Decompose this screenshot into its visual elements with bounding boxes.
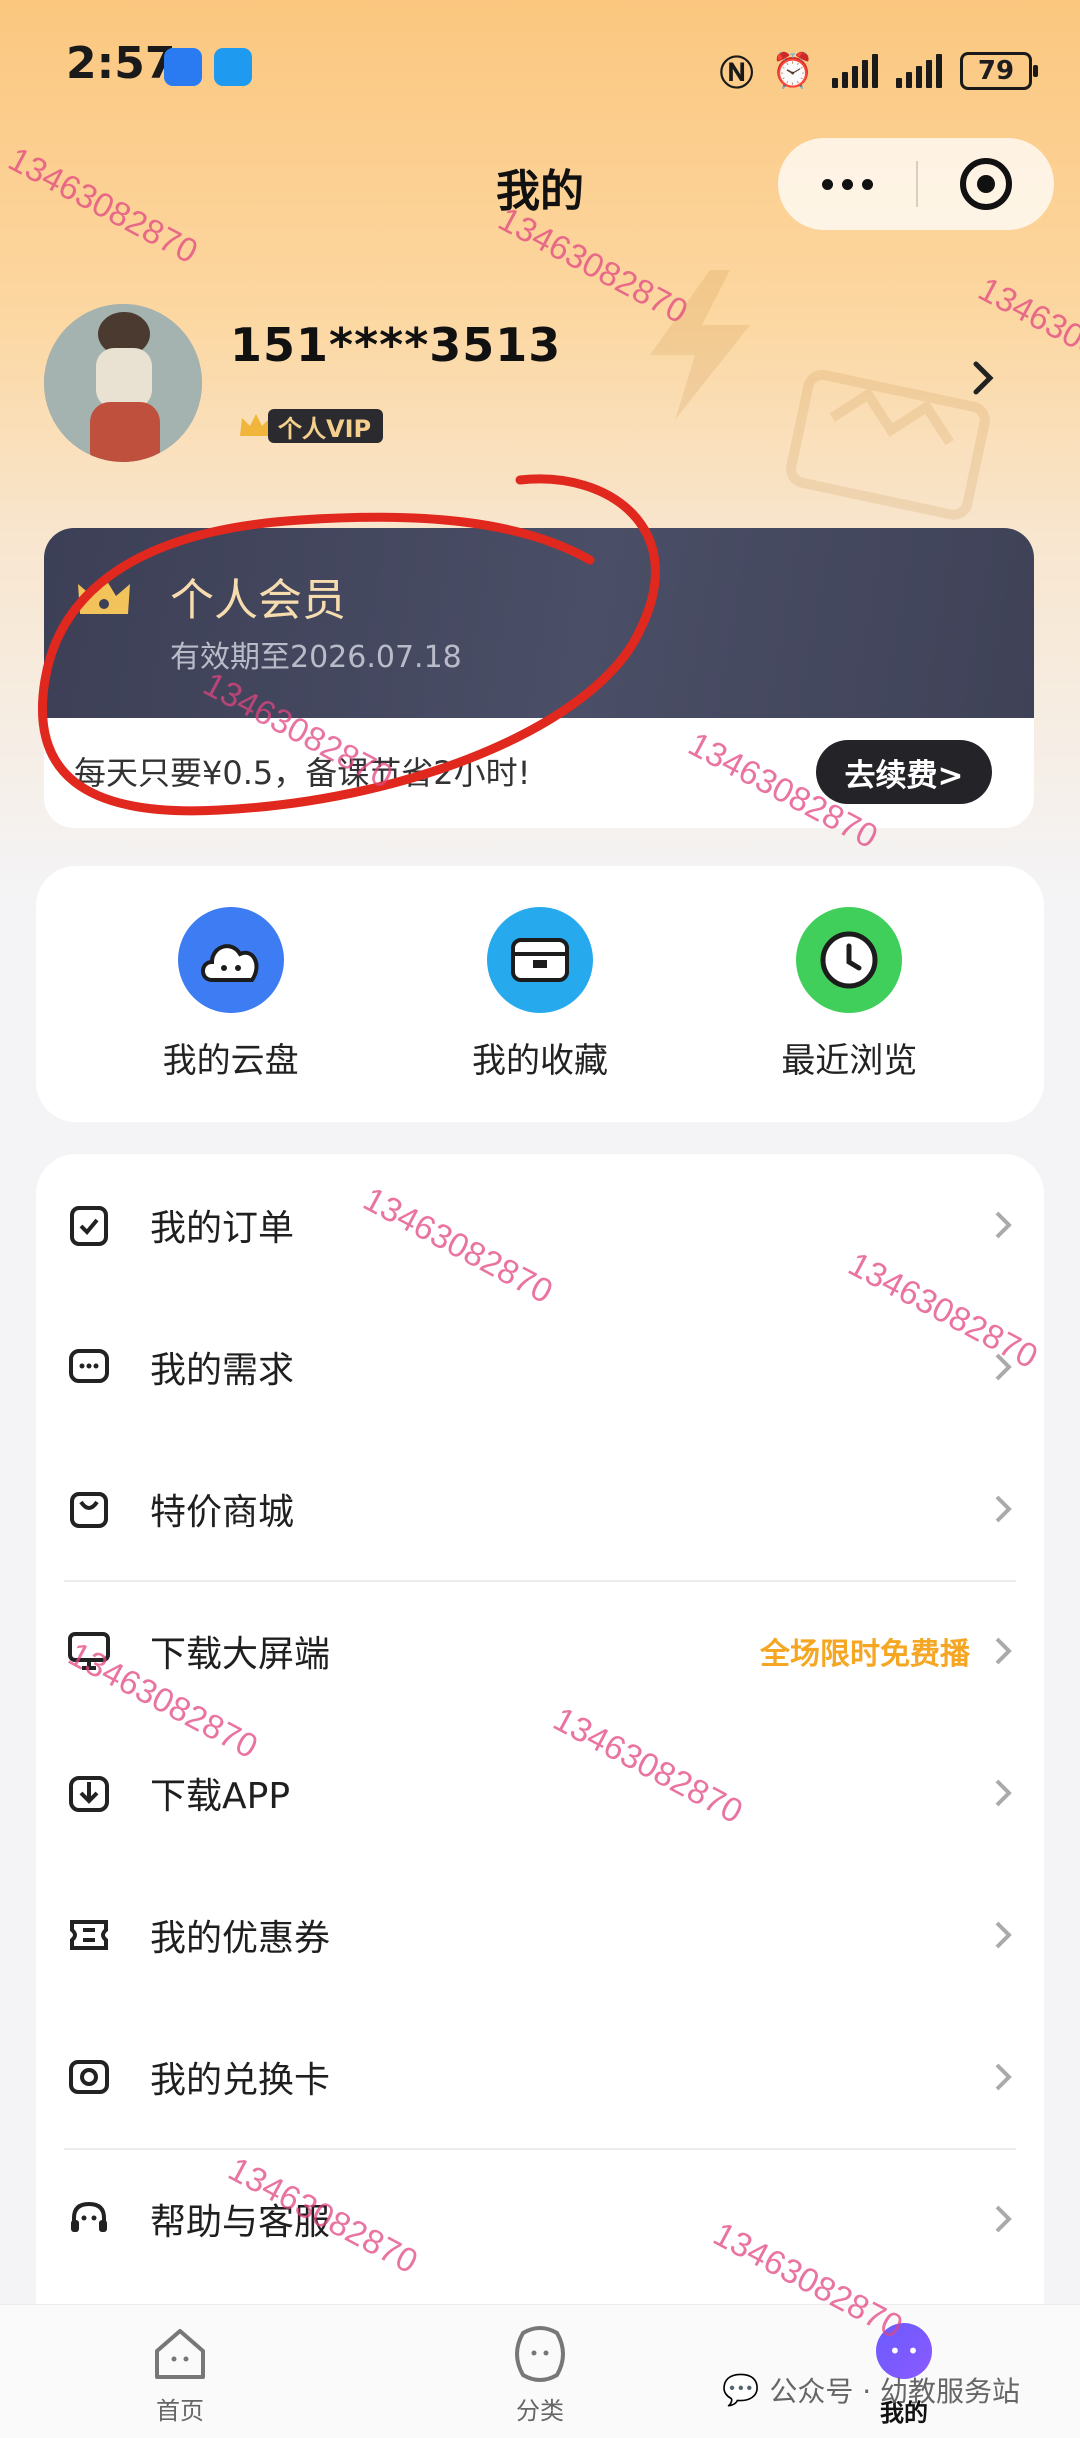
customer-service-icon xyxy=(71,2201,107,2232)
chevron-right-icon xyxy=(995,2205,1012,2233)
target-close-icon xyxy=(960,158,1012,210)
lightning-decoration-icon xyxy=(650,270,750,420)
quick-item-cloud-drive[interactable]: 我的云盘 xyxy=(111,906,351,1082)
battery-level: 79 xyxy=(977,55,1015,86)
menu-item-requests[interactable]: 我的需求 xyxy=(36,1296,1044,1438)
crown-icon xyxy=(78,576,130,614)
dot-icon xyxy=(841,178,853,190)
menu-item-label: 下载APP xyxy=(150,1776,291,1817)
menu-item-help[interactable]: 帮助与客服 xyxy=(36,2148,1044,2290)
quick-item-label: 最近浏览 xyxy=(781,1040,918,1081)
avatar[interactable] xyxy=(44,304,202,462)
chevron-right-icon[interactable] xyxy=(968,358,998,398)
member-card-header: 个人会员 有效期至2026.07.18 xyxy=(44,528,1034,718)
quick-item-label: 我的收藏 xyxy=(471,1040,608,1081)
message-icon xyxy=(69,1349,109,1383)
chevron-right-icon xyxy=(995,1495,1012,1523)
signal-icon xyxy=(832,53,878,88)
avatar-illustration-icon xyxy=(44,304,202,462)
order-icon xyxy=(70,1206,108,1246)
chevron-right-icon xyxy=(995,1921,1012,1949)
menu-item-discount-mall[interactable]: 特价商城 xyxy=(36,1438,1044,1580)
chevron-right-icon xyxy=(995,1637,1012,1665)
wechat-icon: 💬 xyxy=(722,2372,760,2408)
status-time: 2:57 xyxy=(66,38,176,89)
promo-badge: 全场限时免费播 xyxy=(760,1637,970,1672)
quick-item-label: 我的云盘 xyxy=(162,1040,299,1081)
clock-icon xyxy=(796,906,903,1013)
menu-item-label: 我的需求 xyxy=(150,1350,295,1391)
menu-item-coupons[interactable]: 我的优惠券 xyxy=(36,1864,1044,2006)
shopping-bag-icon xyxy=(70,1492,108,1528)
menu-item-label: 帮助与客服 xyxy=(150,2202,331,2243)
member-title: 个人会员 xyxy=(170,575,346,626)
alarm-icon: ⏰ xyxy=(771,50,814,91)
dot-icon xyxy=(821,178,833,190)
user-phone-number[interactable]: 151****3513 xyxy=(230,318,561,372)
message-notification-icon xyxy=(214,48,252,86)
dot-icon xyxy=(861,178,873,190)
chevron-right-icon xyxy=(995,2063,1012,2091)
tab-home[interactable]: 首页 xyxy=(110,2323,250,2426)
vip-badge: 个人VIP xyxy=(236,406,384,446)
more-options-button[interactable] xyxy=(778,138,916,230)
category-icon xyxy=(515,2326,565,2382)
tab-label: 分类 xyxy=(516,2397,564,2425)
vip-label: 个人VIP xyxy=(268,409,384,443)
nfc-icon: Ⓝ xyxy=(719,54,754,94)
bookmark-box-icon xyxy=(486,906,593,1013)
menu-item-label: 我的兑换卡 xyxy=(150,2060,331,2101)
mini-program-capsule xyxy=(778,138,1054,230)
quick-access-panel: 我的云盘 我的收藏 最近浏览 xyxy=(36,866,1044,1122)
app-notification-icon xyxy=(164,48,202,86)
cloud-icon xyxy=(177,906,284,1013)
renew-button[interactable]: 去续费> xyxy=(816,740,992,804)
menu-item-label: 下载大屏端 xyxy=(150,1634,331,1675)
menu-item-label: 我的优惠券 xyxy=(150,1918,331,1959)
menu-list: 我的订单 我的需求 特价商城 下载大屏端 全场限时免费播 下载APP 我的优惠券… xyxy=(36,1154,1044,2304)
menu-item-download-tv[interactable]: 下载大屏端 全场限时免费播 xyxy=(36,1580,1044,1722)
menu-item-label: 我的订单 xyxy=(150,1208,295,1249)
battery-icon: 79 xyxy=(960,51,1038,90)
tab-label: 首页 xyxy=(156,2397,204,2425)
tab-category[interactable]: 分类 xyxy=(470,2323,610,2426)
wechat-mark-text: 公众号 · 幼教服务站 xyxy=(769,2375,1021,2408)
member-expiry: 有效期至2026.07.18 xyxy=(170,640,462,675)
status-bar: 2:57 Ⓝ ⏰ 79 xyxy=(0,0,1080,130)
signal-icon-secondary xyxy=(896,53,942,88)
download-icon xyxy=(69,1776,109,1812)
chevron-right-icon xyxy=(995,1211,1012,1239)
coupon-icon xyxy=(70,1920,108,1950)
wechat-official-account-mark: 💬 公众号 · 幼教服务站 xyxy=(722,2370,1020,2410)
monitor-icon xyxy=(68,1632,110,1670)
member-card[interactable]: 个人会员 有效期至2026.07.18 每天只要¥0.5，备课节省2小时! 去续… xyxy=(44,528,1034,828)
exchange-card-icon xyxy=(69,2060,109,2094)
quick-item-recent[interactable]: 最近浏览 xyxy=(729,906,969,1082)
status-indicators: Ⓝ ⏰ 79 xyxy=(719,46,1038,95)
member-promo-text: 每天只要¥0.5，备课节省2小时! xyxy=(74,754,531,792)
menu-item-exchange-card[interactable]: 我的兑换卡 xyxy=(36,2006,1044,2148)
chevron-right-icon xyxy=(995,1353,1012,1381)
quick-item-favorites[interactable]: 我的收藏 xyxy=(420,906,660,1082)
menu-item-download-app[interactable]: 下载APP xyxy=(36,1722,1044,1864)
menu-item-label: 特价商城 xyxy=(150,1492,295,1533)
menu-item-orders[interactable]: 我的订单 xyxy=(36,1154,1044,1296)
close-mini-program-button[interactable] xyxy=(918,138,1054,230)
chevron-right-icon xyxy=(995,1779,1012,1807)
home-icon xyxy=(155,2329,205,2379)
